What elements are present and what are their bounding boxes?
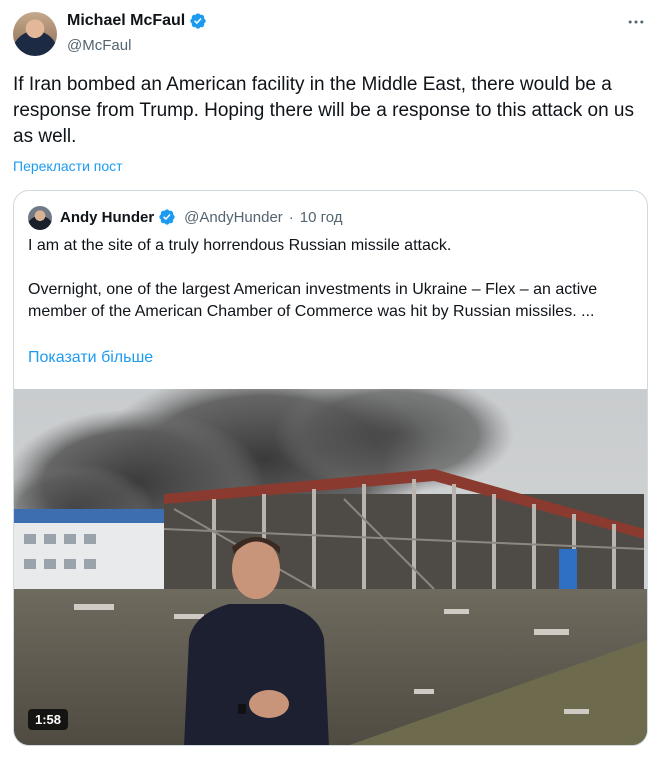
- quoted-tweet-text: I am at the site of a truly horrendous R…: [28, 235, 633, 323]
- video-player[interactable]: 1:58: [14, 389, 647, 745]
- tweet-text: If Iran bombed an American facility in t…: [13, 74, 634, 147]
- verified-badge-icon: [159, 209, 175, 225]
- quoted-paragraph-2: Overnight, one of the largest American i…: [28, 281, 598, 320]
- more-dots-icon: [628, 20, 644, 24]
- author-avatar[interactable]: [13, 12, 57, 56]
- video-thumbnail: [14, 389, 647, 745]
- more-icon[interactable]: [624, 12, 648, 32]
- show-more-link[interactable]: Показати більше: [28, 349, 153, 367]
- header-separator: ·: [288, 208, 294, 226]
- quoted-author-avatar: [28, 206, 52, 230]
- video-duration-badge: 1:58: [28, 709, 69, 730]
- tweet: Michael McFaul @McFaul If Iran bombed an…: [0, 0, 664, 764]
- author-name[interactable]: Michael McFaul: [67, 12, 185, 30]
- quoted-paragraph-1: I am at the site of a truly horrendous R…: [28, 237, 452, 254]
- translate-post-link[interactable]: Перекласти пост: [13, 158, 123, 174]
- quoted-author-name: Andy Hunder: [60, 208, 155, 226]
- author-name-row[interactable]: Michael McFaul: [67, 12, 207, 30]
- author-handle[interactable]: @McFaul: [67, 37, 131, 54]
- quoted-tweet-time: 10 год: [299, 208, 343, 226]
- quoted-tweet-header: Andy Hunder @AndyHunder · 10 год: [60, 208, 343, 226]
- quoted-author-handle: @AndyHunder: [184, 208, 283, 226]
- verified-badge-icon: [190, 13, 206, 29]
- quoted-tweet-card[interactable]: Andy Hunder @AndyHunder · 10 год I am at…: [13, 190, 648, 746]
